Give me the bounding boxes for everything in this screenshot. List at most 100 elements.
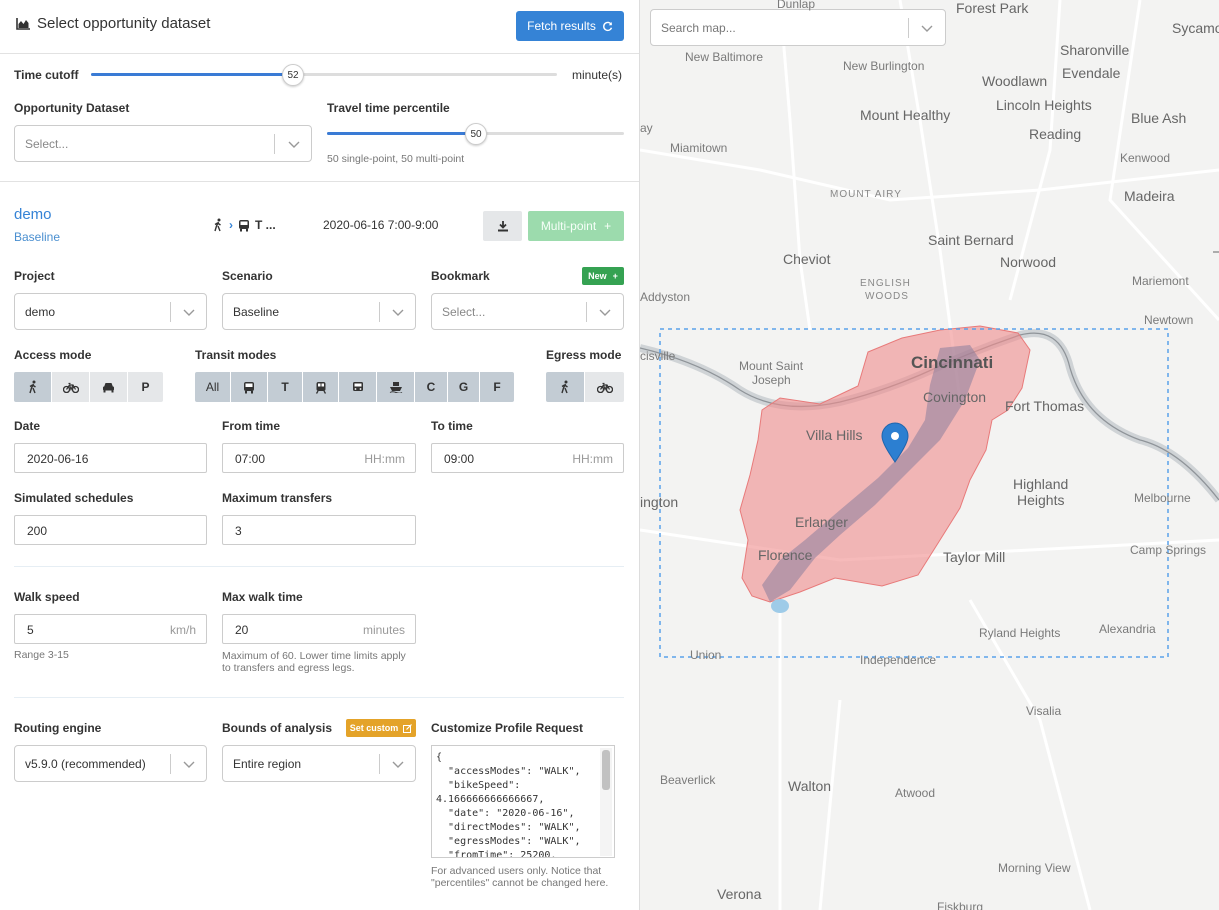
transit-gondola-button[interactable]: G (448, 372, 480, 402)
place-label: ay (640, 121, 653, 135)
access-bike-button[interactable] (52, 372, 90, 402)
access-walk-button[interactable] (14, 372, 52, 402)
walk-icon (28, 380, 36, 394)
map-view[interactable]: Search map... Dunlap Forest Park Sharonv… (640, 0, 1219, 910)
transit-all-label: All (205, 380, 220, 394)
transit-cable-car-button[interactable]: C (415, 372, 448, 402)
place-label: WOODS (865, 291, 909, 302)
bookmark-select[interactable]: Select... (431, 293, 624, 330)
access-park-ride-button[interactable]: P (128, 372, 163, 402)
egress-bike-button[interactable] (585, 372, 624, 402)
transit-modes-label: Transit modes (195, 348, 277, 362)
place-label: Florence (758, 547, 813, 563)
place-label: Covington (923, 389, 987, 405)
place-label: Union (690, 648, 722, 662)
multipoint-button[interactable]: Multi-point + (528, 211, 624, 241)
max-transfers-input[interactable]: 3 (222, 515, 416, 545)
place-label: ENGLISH (860, 278, 911, 289)
analysis-date-time: 2020-06-16 7:00-9:00 (323, 218, 439, 232)
percentile-slider-fill (327, 132, 476, 135)
place-label: New Burlington (843, 59, 925, 73)
set-custom-bounds-button[interactable]: Set custom (346, 719, 416, 737)
to-time-input[interactable]: 09:00 HH:mm (431, 443, 624, 473)
scrollbar-thumb[interactable] (602, 750, 610, 790)
bus-icon (239, 219, 249, 231)
from-time-label: From time (222, 419, 281, 433)
walk-speed-label: Walk speed (14, 590, 80, 604)
place-label: Highland (1013, 476, 1069, 492)
to-time-label: To time (431, 419, 473, 433)
textarea-scrollbar[interactable] (600, 748, 612, 856)
bicycle-icon (62, 382, 79, 393)
place-label: Mariemont (1132, 274, 1189, 288)
egress-mode-group (546, 372, 624, 402)
transit-all-button[interactable]: All (195, 372, 231, 402)
date-input[interactable]: 2020-06-16 (14, 443, 207, 473)
bounds-value: Entire region (233, 757, 302, 771)
new-bookmark-button[interactable]: New + (582, 267, 624, 285)
place-label: Miamitown (670, 141, 728, 155)
simulated-schedules-input[interactable]: 200 (14, 515, 207, 545)
place-label: Blue Ash (1131, 110, 1187, 126)
transit-subway-button[interactable] (303, 372, 339, 402)
routing-engine-select[interactable]: v5.9.0 (recommended) (14, 745, 207, 782)
place-label: Alexandria (1099, 622, 1156, 636)
fetch-results-button[interactable]: Fetch results (516, 11, 624, 41)
profile-request-note-line: "percentiles" cannot be changed here. (431, 877, 609, 889)
time-cutoff-handle[interactable]: 52 (282, 64, 304, 86)
place-label: Fiskburg (937, 900, 984, 910)
select-separator (170, 754, 171, 774)
new-bookmark-label: New (588, 271, 607, 281)
transit-rail-button[interactable] (339, 372, 377, 402)
project-link[interactable]: demo (14, 206, 52, 223)
place-label: Woodlawn (982, 73, 1048, 89)
modes-summary: › T ... (212, 218, 276, 232)
max-transfers-label: Maximum transfers (222, 491, 333, 505)
percentile-handle[interactable]: 50 (465, 123, 487, 145)
scenario-select[interactable]: Baseline (222, 293, 416, 330)
scenario-link[interactable]: Baseline (14, 230, 60, 244)
egress-walk-button[interactable] (546, 372, 585, 402)
project-label: Project (14, 269, 55, 283)
egress-mode-label: Egress mode (546, 348, 622, 362)
transit-ferry-button[interactable] (377, 372, 415, 402)
opportunity-dataset-select[interactable]: Select... (14, 125, 312, 162)
place-label: Addyston (640, 290, 691, 304)
place-label: MOUNT AIRY (830, 189, 902, 200)
chevron-down-icon (392, 761, 404, 768)
place-label: Camp Springs (1130, 543, 1207, 557)
chevron-down-icon (183, 309, 195, 316)
road (818, 699, 842, 910)
download-button[interactable] (483, 211, 522, 241)
place-label: Kenwood (1120, 151, 1171, 165)
transit-tram-button[interactable]: T (268, 372, 303, 402)
project-select[interactable]: demo (14, 293, 207, 330)
map-search-box[interactable]: Search map... (650, 9, 946, 46)
transit-funicular-button[interactable]: F (480, 372, 514, 402)
walk-speed-input[interactable]: 5 km/h (14, 614, 207, 644)
set-custom-label: Set custom (349, 723, 399, 733)
place-label: Norwood (1000, 254, 1057, 270)
to-time-value: 09:00 (444, 452, 475, 466)
map-canvas (640, 0, 1219, 910)
place-label: Verona (717, 886, 762, 902)
transit-bus-button[interactable] (231, 372, 268, 402)
chevron-down-icon (599, 309, 611, 316)
transit-mode-group: All T C G F (195, 372, 514, 402)
max-walk-time-input[interactable]: 20 minutes (222, 614, 416, 644)
profile-request-textarea[interactable]: { "accessModes": "WALK", "bikeSpeed": 4.… (431, 745, 615, 858)
from-time-input[interactable]: 07:00 HH:mm (222, 443, 416, 473)
access-car-button[interactable] (90, 372, 128, 402)
select-separator (586, 302, 587, 322)
max-walk-time-note: Maximum of 60. Lower time limits apply t… (222, 650, 406, 674)
place-label: Taylor Mill (943, 549, 1006, 565)
percentile-note: 50 single-point, 50 multi-point (327, 153, 465, 165)
walk-speed-note: Range 3-15 (14, 649, 69, 661)
bounds-select[interactable]: Entire region (222, 745, 416, 782)
train-icon (352, 381, 363, 391)
panel-title-text: Select opportunity dataset (37, 15, 211, 32)
max-walk-time-note-line: to transfers and egress legs. (222, 662, 355, 674)
profile-request-label: Customize Profile Request (431, 721, 584, 735)
select-separator (274, 134, 275, 154)
place-label: Sycamore (1172, 20, 1219, 36)
